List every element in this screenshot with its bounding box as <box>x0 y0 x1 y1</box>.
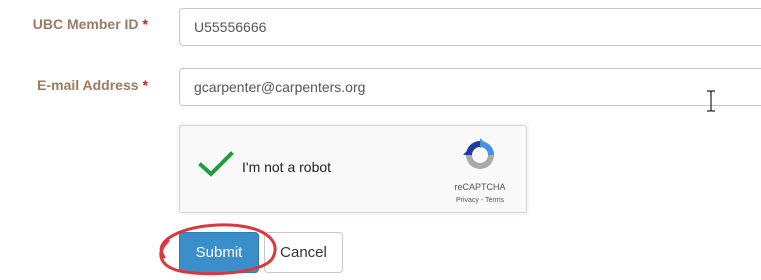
required-marker: * <box>142 16 148 32</box>
recaptcha-brand: reCAPTCHA <box>454 182 506 192</box>
recaptcha-checkbox-label: I'm not a robot <box>242 159 332 175</box>
recaptcha-widget: I'm not a robot reCAPTCHA Privacy - Term… <box>179 125 527 213</box>
email-label: E-mail Address * <box>0 77 148 93</box>
checkmark-icon[interactable] <box>198 150 234 178</box>
email-label-text: E-mail Address <box>37 77 139 93</box>
login-form-page: UBC Member ID* E-mail Address* I'm not a… <box>0 0 761 280</box>
required-marker: * <box>142 77 148 93</box>
submit-button[interactable]: Submit <box>179 232 259 273</box>
cancel-button[interactable]: Cancel <box>264 232 343 273</box>
text-cursor-icon <box>707 90 715 112</box>
recaptcha-logo-icon <box>463 138 494 169</box>
member-id-input[interactable] <box>179 8 761 46</box>
recaptcha-privacy-terms-links[interactable]: Privacy - Terms <box>434 197 526 204</box>
member-id-label: UBC Member ID * <box>0 16 148 32</box>
member-id-label-text: UBC Member ID <box>32 16 139 32</box>
email-input[interactable] <box>179 68 761 106</box>
